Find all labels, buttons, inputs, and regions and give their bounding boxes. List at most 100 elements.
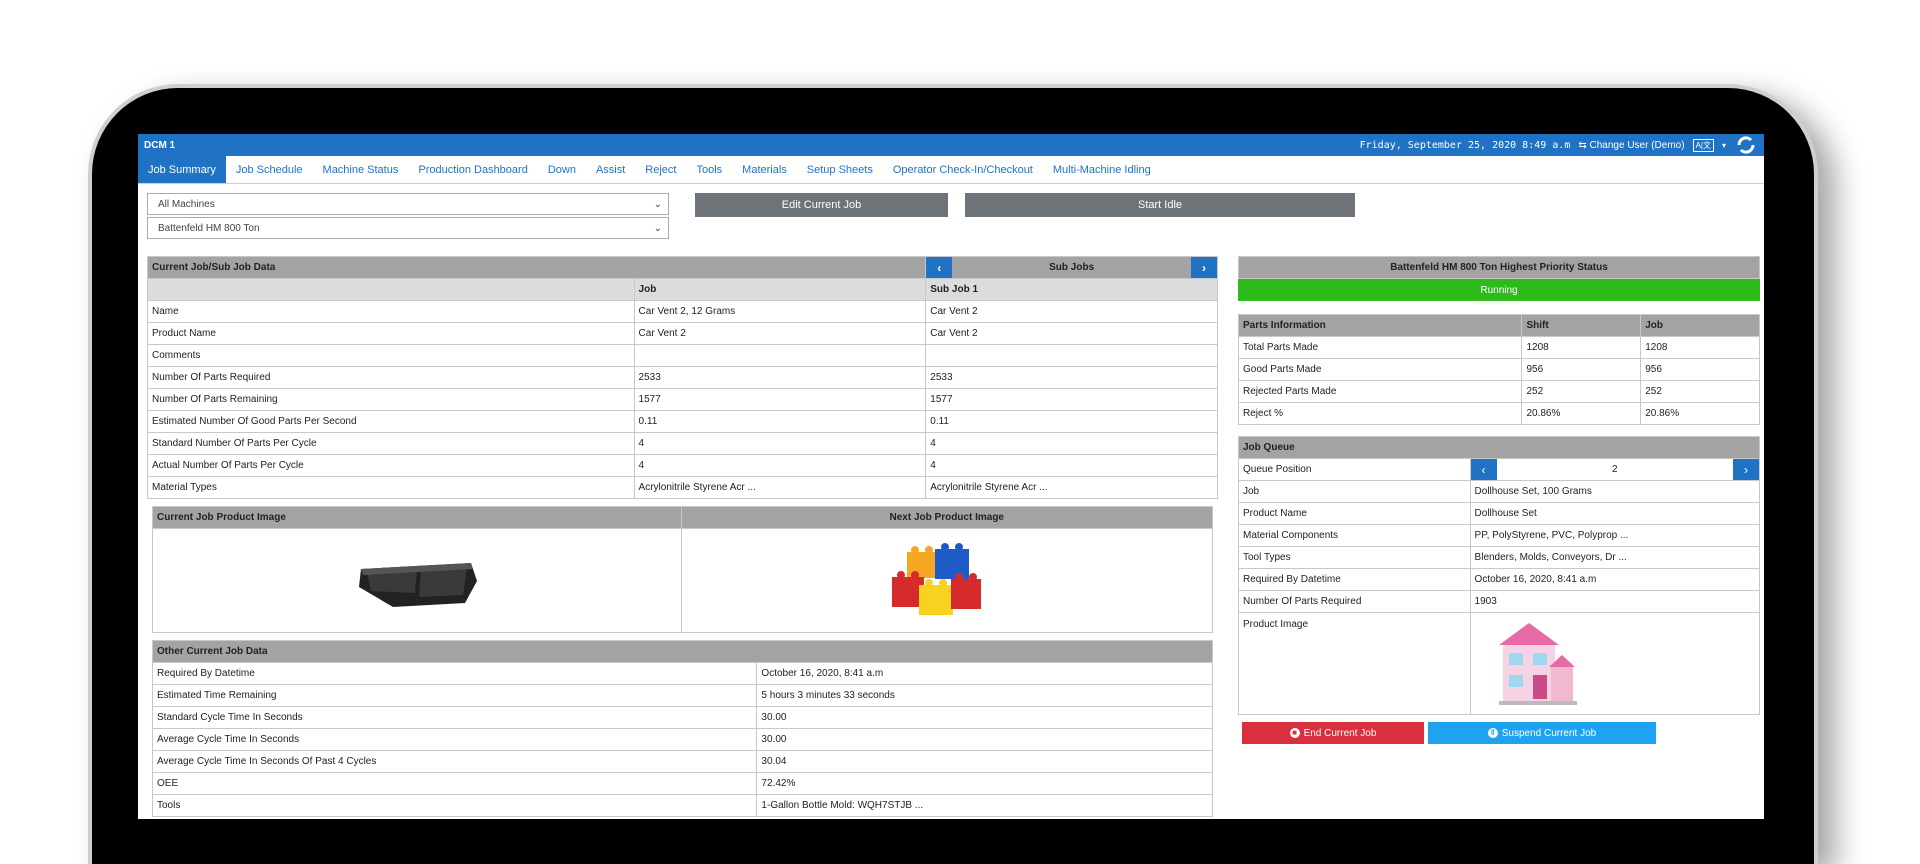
row-job-value: Car Vent 2	[633, 322, 927, 345]
current-job-title: Current Job/Sub Job Data	[146, 256, 927, 279]
table-row: Standard Number Of Parts Per Cycle 4 4	[147, 432, 1218, 455]
row-label: Product Name	[147, 322, 635, 345]
pause-icon: ‖	[1487, 728, 1498, 738]
current-job-table: Current Job/Sub Job Data ‹ Sub Jobs › Jo…	[146, 256, 1218, 499]
tab-assist[interactable]: Assist	[586, 156, 635, 183]
row-job-value: 4	[633, 454, 927, 477]
row-value: 1903	[1469, 590, 1761, 613]
end-current-job-label: End Current Job	[1303, 727, 1377, 739]
suspend-current-job-button[interactable]: ‖ Suspend Current Job	[1428, 722, 1656, 744]
col-job-header: Job	[633, 278, 927, 301]
row-label: Number Of Parts Remaining	[147, 388, 635, 411]
row-sub-value: 4	[925, 432, 1218, 455]
next-product-image	[680, 528, 1213, 633]
language-icon[interactable]: A|文	[1692, 138, 1714, 152]
row-label: OEE	[151, 772, 758, 795]
queue-position-row: Queue Position ‹ 2 ›	[1238, 458, 1761, 481]
row-sub-value	[925, 344, 1218, 367]
row-shift-value: 20.86%	[1521, 402, 1642, 425]
row-sub-value: Car Vent 2	[925, 322, 1218, 345]
sub-jobs-header: ‹ Sub Jobs ›	[925, 256, 1218, 279]
row-shift-value: 956	[1521, 358, 1642, 381]
job-queue-table: Job Queue Queue Position ‹ 2 › Job Dollho…	[1238, 436, 1761, 715]
chevron-right-icon[interactable]: ›	[1191, 257, 1217, 278]
chevron-down-icon[interactable]: ▾	[1722, 141, 1726, 150]
table-row: Standard Cycle Time In Seconds 30.00	[151, 706, 1213, 729]
col-shift-header: Shift	[1521, 314, 1642, 337]
row-label: Job	[1238, 480, 1471, 503]
parts-info-panel: Parts Information Shift Job Total Parts …	[1237, 314, 1760, 425]
tab-multi-machine-idling[interactable]: Multi-Machine Idling	[1043, 156, 1161, 183]
row-label: Number Of Parts Required	[147, 366, 635, 389]
product-images-panel: Current Job Product Image Next Job Produ…	[152, 506, 1213, 633]
edit-current-job-button[interactable]: Edit Current Job	[695, 193, 948, 217]
priority-status-title: Battenfeld HM 800 Ton Highest Priority S…	[1238, 256, 1760, 279]
top-bar: DCM 1 Friday, September 25, 2020 8:49 a.…	[138, 134, 1764, 156]
row-value: 72.42%	[756, 772, 1213, 795]
row-job-value: 4	[633, 432, 927, 455]
row-label: Rejected Parts Made	[1237, 380, 1523, 403]
start-idle-button[interactable]: Start Idle	[965, 193, 1355, 217]
app-title: DCM 1	[144, 139, 176, 151]
tab-reject[interactable]: Reject	[635, 156, 686, 183]
next-image-label: Next Job Product Image	[680, 506, 1213, 529]
row-label: Tool Types	[1238, 546, 1471, 569]
table-row: Product Name Dollhouse Set	[1238, 502, 1761, 525]
row-label: Tools	[151, 794, 758, 817]
chevron-right-icon[interactable]: ›	[1733, 459, 1759, 480]
tab-setup-sheets[interactable]: Setup Sheets	[797, 156, 883, 183]
table-row: Actual Number Of Parts Per Cycle 4 4	[147, 454, 1218, 477]
row-value: October 16, 2020, 8:41 a.m	[756, 662, 1213, 685]
tab-materials[interactable]: Materials	[732, 156, 797, 183]
table-row: Number Of Parts Required 2533 2533	[147, 366, 1218, 389]
col-job-header: Job	[1640, 314, 1760, 337]
table-row: Number Of Parts Required 1903	[1238, 590, 1761, 613]
row-label: Standard Cycle Time In Seconds	[151, 706, 758, 729]
row-sub-value: 2533	[925, 366, 1218, 389]
table-row: Required By Datetime October 16, 2020, 8:…	[151, 662, 1213, 685]
chevron-left-icon[interactable]: ‹	[926, 257, 953, 278]
tab-job-summary[interactable]: Job Summary	[138, 156, 226, 183]
row-sub-value: 1577	[925, 388, 1218, 411]
row-label: Estimated Time Remaining	[151, 684, 758, 707]
row-label: Material Components	[1238, 524, 1471, 547]
queue-position-label: Queue Position	[1238, 458, 1471, 481]
row-value: 30.00	[756, 728, 1213, 751]
machine-select[interactable]: Battenfeld HM 800 Ton ⌄	[147, 217, 669, 239]
product-image-row: Product Image	[1238, 612, 1761, 715]
row-label: Required By Datetime	[151, 662, 758, 685]
table-row: Material Types Acrylonitrile Styrene Acr …	[147, 476, 1218, 499]
row-label: Good Parts Made	[1237, 358, 1523, 381]
machines-select[interactable]: All Machines ⌄	[147, 193, 669, 215]
tab-tools[interactable]: Tools	[686, 156, 732, 183]
parts-info-table: Parts Information Shift Job Total Parts …	[1237, 314, 1760, 425]
row-value: Dollhouse Set, 100 Grams	[1469, 480, 1761, 503]
row-label: Material Types	[147, 476, 635, 499]
table-row: Reject % 20.86% 20.86%	[1237, 402, 1760, 425]
suspend-current-job-label: Suspend Current Job	[1501, 727, 1597, 739]
table-row: Material Components PP, PolyStyrene, PVC,…	[1238, 524, 1761, 547]
job-queue-title: Job Queue	[1238, 436, 1760, 459]
tab-job-schedule[interactable]: Job Schedule	[226, 156, 313, 183]
table-row: Estimated Time Remaining 5 hours 3 minute…	[151, 684, 1213, 707]
row-sub-value: Acrylonitrile Styrene Acr ...	[925, 476, 1218, 499]
tab-down[interactable]: Down	[538, 156, 586, 183]
end-current-job-button[interactable]: ■ End Current Job	[1242, 722, 1424, 744]
table-row: Number Of Parts Remaining 1577 1577	[147, 388, 1218, 411]
priority-status-panel: Battenfeld HM 800 Ton Highest Priority S…	[1238, 256, 1760, 301]
parts-info-title: Parts Information	[1237, 314, 1523, 337]
tab-machine-status[interactable]: Machine Status	[313, 156, 409, 183]
machine-select-value: Battenfeld HM 800 Ton	[158, 222, 260, 234]
tab-operator-check-in[interactable]: Operator Check-In/Checkout	[883, 156, 1043, 183]
dollhouse-image	[1498, 623, 1577, 705]
change-user-link[interactable]: ⇆ Change User (Demo)	[1578, 140, 1684, 151]
chevron-down-icon: ⌄	[653, 222, 662, 234]
row-value: 1-Gallon Bottle Mold: WQH7STJB ...	[756, 794, 1213, 817]
tab-production-dashboard[interactable]: Production Dashboard	[408, 156, 537, 183]
chevron-left-icon[interactable]: ‹	[1471, 459, 1497, 480]
job-queue-panel: Job Queue Queue Position ‹ 2 › Job Dollho…	[1238, 436, 1761, 744]
table-row: Average Cycle Time In Seconds 30.00	[151, 728, 1213, 751]
row-label: Standard Number Of Parts Per Cycle	[147, 432, 635, 455]
queue-position-value: 2	[1611, 464, 1618, 475]
row-label: Number Of Parts Required	[1238, 590, 1471, 613]
